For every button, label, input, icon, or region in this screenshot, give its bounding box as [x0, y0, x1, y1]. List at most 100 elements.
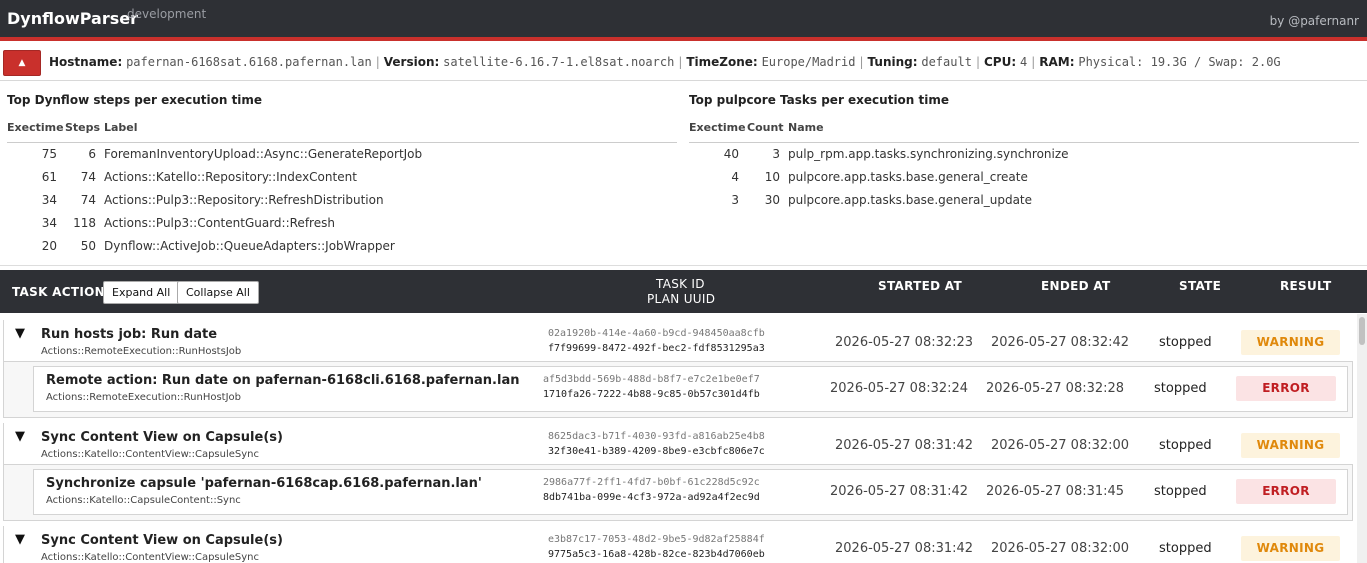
task-id[interactable]: 02a1920b-414e-4a60-b9cd-948450aa8cfb [548, 328, 765, 339]
steps-cell: 74 [80, 170, 96, 184]
task-state: stopped [1159, 541, 1212, 556]
name-cell: pulpcore.app.tasks.base.general_update [788, 193, 1033, 207]
version-value: satellite-6.16.7-1.el8sat.noarch [443, 55, 675, 69]
separator: | [1031, 55, 1036, 69]
col-exectime: Exectime [689, 121, 746, 134]
task-state: stopped [1159, 438, 1212, 453]
expand-all-button[interactable]: Expand All [103, 281, 180, 304]
ended-at: 2026-05-27 08:32:00 [991, 438, 1130, 453]
separator: | [975, 55, 980, 69]
task-title[interactable]: Sync Content View on Capsule(s) [41, 430, 283, 445]
task-title[interactable]: Synchronize capsule 'pafernan-6168cap.61… [46, 476, 482, 491]
hostname-value: pafernan-6168sat.6168.pafernan.lan [126, 55, 372, 69]
tuning-value: default [921, 55, 972, 69]
task-action-class: Actions::RemoteExecution::RunHostsJob [41, 346, 242, 357]
ended-at-header[interactable]: ENDED AT [1041, 279, 1110, 293]
separator: | [859, 55, 864, 69]
started-at: 2026-05-27 08:32:24 [830, 381, 969, 396]
collapse-info-button[interactable]: ▲ [3, 50, 41, 76]
label-cell: Actions::Pulp3::Repository::RefreshDistr… [104, 193, 384, 207]
task-action-class: Actions::RemoteExecution::RunHostJob [46, 392, 242, 403]
col-exectime: Exectime [7, 121, 64, 134]
label-cell: Actions::Katello::Repository::IndexConte… [104, 170, 357, 184]
plan-uuid[interactable]: 1710fa26-7222-4b88-9c85-0b57c301d4fb [543, 389, 760, 400]
task-state: stopped [1154, 484, 1207, 499]
app-brand[interactable]: DynflowParser [7, 9, 138, 28]
steps-cell: 6 [88, 147, 96, 161]
task-action-class: Actions::Katello::CapsuleContent::Sync [46, 495, 241, 506]
name-cell: pulpcore.app.tasks.base.general_create [788, 170, 1028, 184]
dynflow-stats-title: Top Dynflow steps per execution time [7, 93, 263, 107]
steps-cell: 50 [80, 239, 96, 253]
exectime-cell: 40 [723, 147, 739, 161]
label-cell: Dynflow::ActiveJob::QueueAdapters::JobWr… [104, 239, 395, 253]
task-state: stopped [1159, 335, 1212, 350]
col-count: Count [747, 121, 784, 134]
task-id[interactable]: e3b87c17-7053-48d2-9be5-9d82af25884f [548, 534, 765, 545]
task-table-header: TASK ACTION Expand All Collapse All TASK… [0, 270, 1367, 313]
ram-label: RAM: [1039, 55, 1075, 69]
exectime-cell: 61 [41, 170, 57, 184]
col-steps: Steps [65, 121, 101, 134]
plan-uuid[interactable]: f7f99699-8472-492f-bec2-fdf8531295a3 [548, 343, 765, 354]
collapse-all-button[interactable]: Collapse All [177, 281, 259, 304]
col-name: Name [788, 121, 824, 134]
scrollbar-thumb[interactable] [1359, 317, 1365, 345]
count-cell: 10 [764, 170, 780, 184]
exectime-cell: 34 [41, 193, 57, 207]
author-byline[interactable]: by @pafernanr [1270, 14, 1359, 28]
started-at-header[interactable]: STARTED AT [878, 279, 962, 293]
plan-uuid[interactable]: 32f30e41-b389-4209-8be9-e3cbfc806e7c [548, 446, 765, 457]
result-header[interactable]: RESULT [1280, 279, 1331, 293]
expand-triangle-icon[interactable]: ▼ [15, 429, 25, 444]
ended-at: 2026-05-27 08:32:28 [986, 381, 1125, 396]
col-label: Label [104, 121, 138, 134]
environment-label: development [127, 7, 207, 21]
started-at: 2026-05-27 08:31:42 [835, 438, 974, 453]
caret-up-icon: ▲ [18, 58, 26, 68]
cpu-label: CPU: [983, 55, 1017, 69]
ram-value: Physical: 19.3G / Swap: 2.0G [1078, 55, 1281, 69]
section-divider [0, 265, 1367, 266]
exectime-cell: 20 [41, 239, 57, 253]
plan-uuid[interactable]: 8db741ba-099e-4cf3-972a-ad92a4f2ec9d [543, 492, 760, 503]
ended-at: 2026-05-27 08:32:00 [991, 541, 1130, 556]
plan-uuid-header: PLAN UUID [647, 292, 716, 306]
state-header[interactable]: STATE [1179, 279, 1221, 293]
system-info-bar: ▲ Hostname: pafernan-6168sat.6168.pafern… [0, 45, 1367, 81]
plan-uuid[interactable]: 9775a5c3-16a8-428b-82ce-823b4d7060eb [548, 549, 765, 560]
task-id[interactable]: af5d3bdd-569b-488d-b8f7-e7c2e1be0ef7 [543, 374, 760, 385]
task-action-class: Actions::Katello::ContentView::CapsuleSy… [41, 552, 259, 563]
result-badge: ERROR [1236, 376, 1336, 401]
task-title[interactable]: Remote action: Run date on pafernan-6168… [46, 373, 519, 388]
task-title[interactable]: Sync Content View on Capsule(s) [41, 533, 283, 548]
top-navbar: DynflowParser development by @pafernanr [0, 0, 1367, 41]
result-badge: WARNING [1241, 330, 1340, 355]
exectime-cell: 3 [731, 193, 739, 207]
cpu-value: 4 [1019, 55, 1028, 69]
steps-cell: 74 [80, 193, 96, 207]
name-cell: pulp_rpm.app.tasks.synchronizing.synchro… [788, 147, 1069, 161]
exectime-cell: 75 [41, 147, 57, 161]
separator: | [678, 55, 683, 69]
task-id-header: TASK ID [656, 277, 705, 291]
expand-triangle-icon[interactable]: ▼ [15, 532, 25, 547]
count-cell: 30 [764, 193, 780, 207]
separator: | [375, 55, 380, 69]
table-header-divider [7, 142, 677, 143]
task-id[interactable]: 2986a77f-2ff1-4fd7-b0bf-61c228d5c92c [543, 477, 760, 488]
pulp-stats-title: Top pulpcore Tasks per execution time [689, 93, 950, 107]
steps-cell: 118 [73, 216, 96, 230]
ended-at: 2026-05-27 08:31:45 [986, 484, 1125, 499]
label-cell: ForemanInventoryUpload::Async::GenerateR… [104, 147, 423, 161]
task-id[interactable]: 8625dac3-b71f-4030-93fd-a816ab25e4b8 [548, 431, 765, 442]
expand-triangle-icon[interactable]: ▼ [15, 326, 25, 341]
table-header-divider [689, 142, 1359, 143]
hostname-label: Hostname: [49, 55, 123, 69]
timezone-value: Europe/Madrid [761, 55, 856, 69]
scrollbar-track[interactable] [1357, 314, 1367, 563]
result-badge: WARNING [1241, 433, 1340, 458]
count-cell: 3 [772, 147, 780, 161]
result-badge: ERROR [1236, 479, 1336, 504]
task-title[interactable]: Run hosts job: Run date [41, 327, 217, 342]
